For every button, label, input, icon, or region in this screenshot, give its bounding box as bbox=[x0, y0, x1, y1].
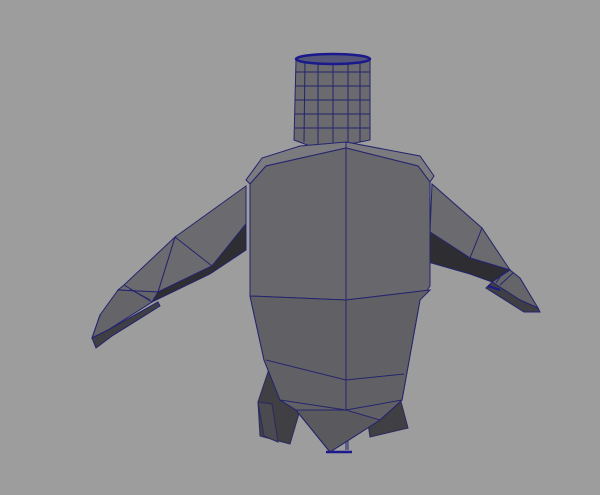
neck-mesh[interactable] bbox=[293, 52, 372, 147]
left-arm-mesh[interactable] bbox=[91, 185, 247, 349]
3d-viewport[interactable] bbox=[0, 0, 600, 495]
right-arm-mesh[interactable] bbox=[427, 182, 541, 313]
viewport-canvas[interactable] bbox=[0, 0, 600, 495]
